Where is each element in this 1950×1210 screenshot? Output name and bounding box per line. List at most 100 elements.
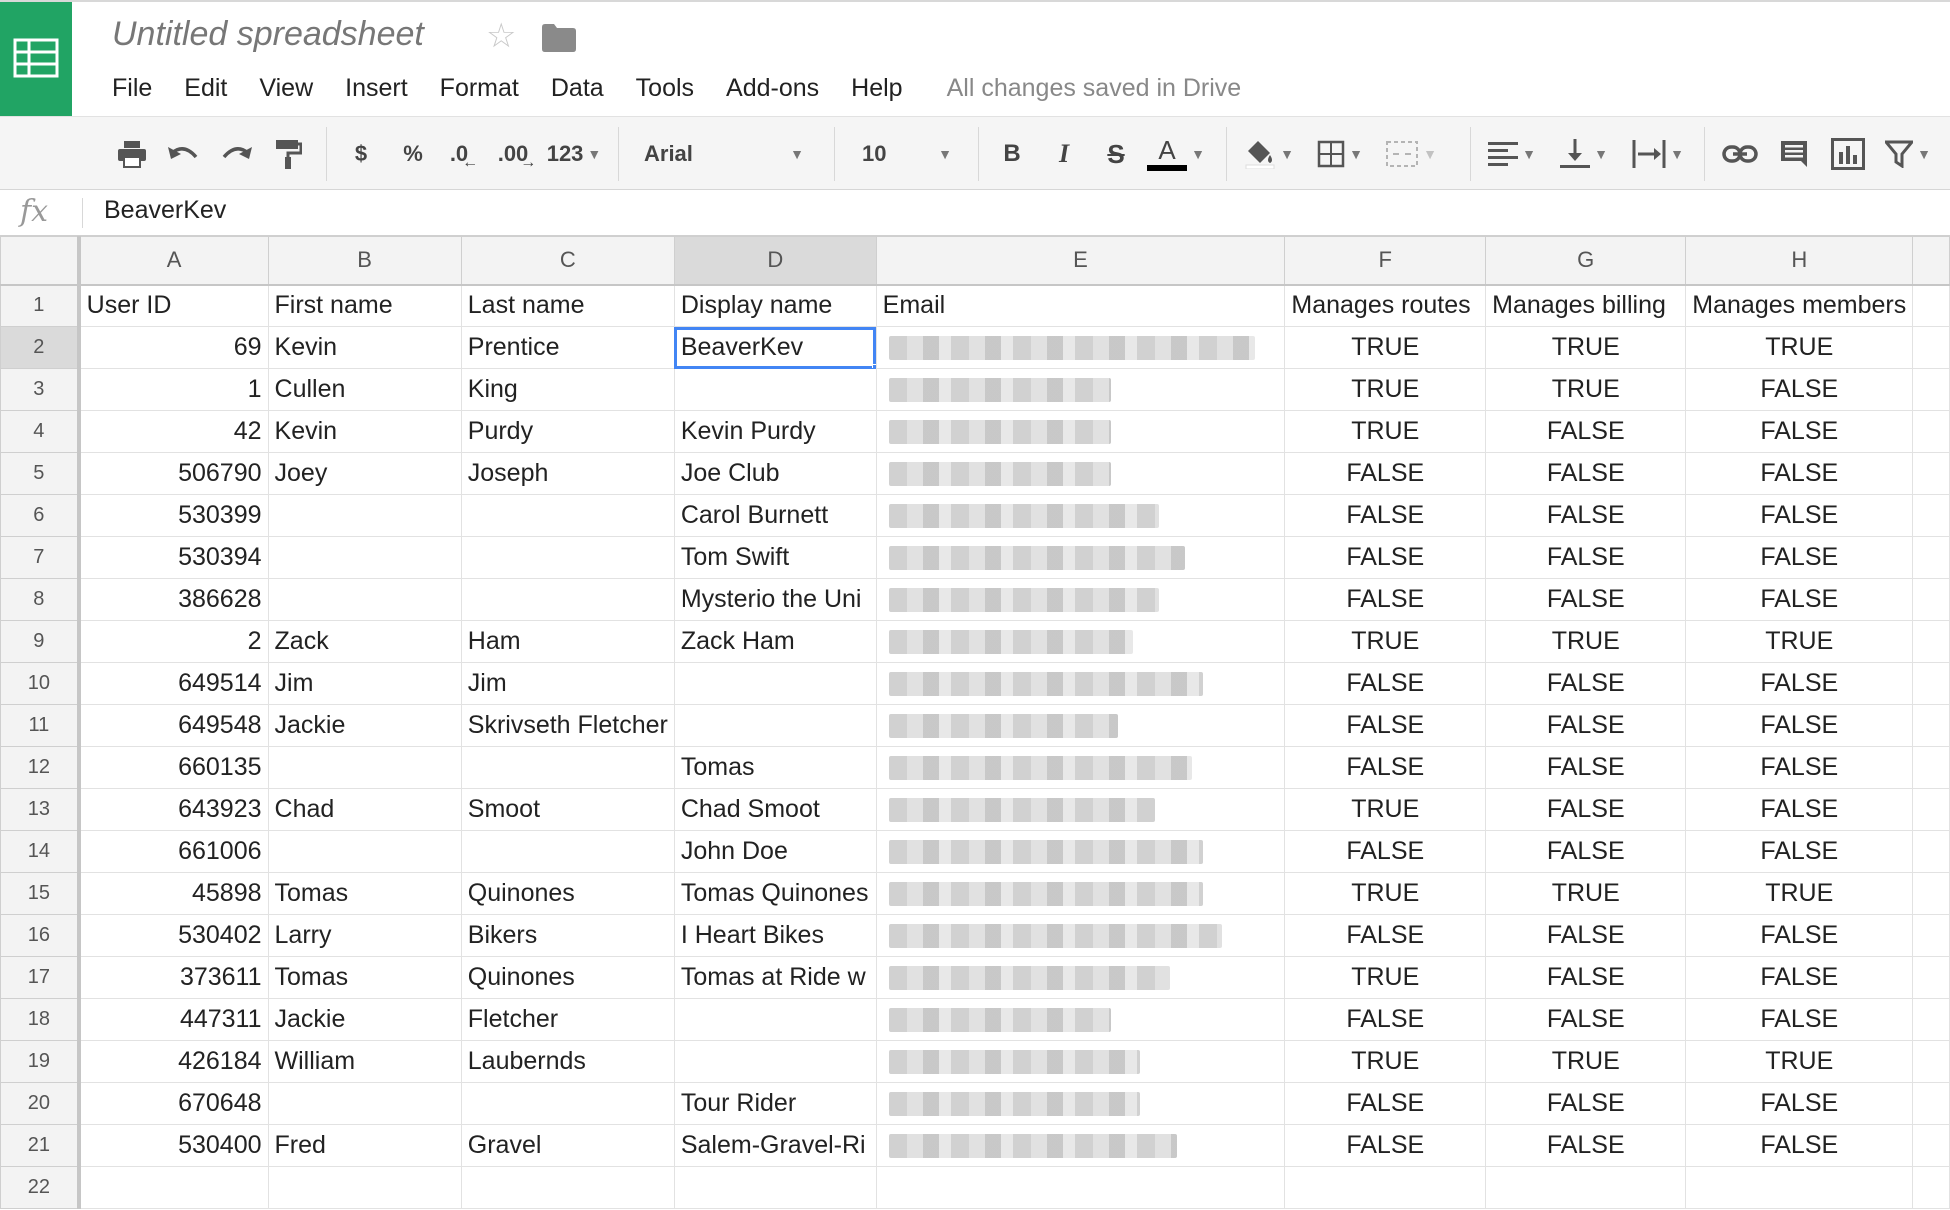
cell-user-id[interactable]: 426184 bbox=[78, 1040, 269, 1083]
cell-display-name[interactable]: I Heart Bikes bbox=[673, 914, 877, 957]
cell-display-name[interactable]: Tomas at Ride w bbox=[673, 956, 877, 999]
cell-manages-routes[interactable]: FALSE bbox=[1284, 1082, 1487, 1125]
cell-manages-routes[interactable]: FALSE bbox=[1284, 536, 1487, 579]
cell-last-name[interactable]: Quinones bbox=[460, 872, 675, 915]
cell-user-id[interactable]: 661006 bbox=[78, 830, 269, 873]
italic-button[interactable]: I bbox=[1046, 117, 1082, 191]
cell-manages-members[interactable]: FALSE bbox=[1685, 1124, 1914, 1167]
row-header[interactable]: 16 bbox=[0, 914, 81, 957]
menu-insert[interactable]: Insert bbox=[345, 74, 408, 103]
cell-display-name[interactable] bbox=[673, 1166, 877, 1209]
cell-user-id[interactable]: 660135 bbox=[78, 746, 269, 789]
cell-header-email[interactable]: Email bbox=[875, 284, 1286, 327]
menu-file[interactable]: File bbox=[112, 74, 152, 103]
cell-display-name[interactable]: Mysterio the Uni bbox=[673, 578, 877, 621]
cell-display-name[interactable] bbox=[673, 704, 877, 747]
cell-manages-routes[interactable]: FALSE bbox=[1284, 830, 1487, 873]
cell-email[interactable] bbox=[875, 536, 1286, 579]
column-header-g[interactable]: G bbox=[1485, 236, 1687, 286]
menu-help[interactable]: Help bbox=[851, 74, 902, 103]
cell-manages-members[interactable]: FALSE bbox=[1685, 956, 1914, 999]
cell-manages-billing[interactable]: FALSE bbox=[1485, 578, 1687, 621]
merge-cells-button[interactable]: ▼ bbox=[1382, 117, 1440, 191]
cell-last-name[interactable]: Skrivseth Fletcher bbox=[460, 704, 675, 747]
cell-manages-members[interactable]: FALSE bbox=[1685, 704, 1914, 747]
cell-header-first-name[interactable]: First name bbox=[267, 284, 462, 327]
row-header[interactable]: 10 bbox=[0, 662, 81, 705]
menu-tools[interactable]: Tools bbox=[636, 74, 694, 103]
filter-button[interactable]: ▼ bbox=[1880, 117, 1936, 191]
cell-first-name[interactable]: Cullen bbox=[267, 368, 462, 411]
cell-first-name[interactable]: Tomas bbox=[267, 872, 462, 915]
cell-last-name[interactable]: Prentice bbox=[460, 326, 675, 369]
paint-format-icon[interactable] bbox=[268, 117, 308, 191]
sheets-logo-icon[interactable] bbox=[0, 2, 72, 118]
cell-manages-members[interactable]: FALSE bbox=[1685, 914, 1914, 957]
document-title[interactable]: Untitled spreadsheet bbox=[112, 15, 424, 54]
cell-display-name[interactable]: John Doe bbox=[673, 830, 877, 873]
cell-email[interactable] bbox=[875, 452, 1286, 495]
decrease-decimal-button[interactable]: .0 ← bbox=[444, 117, 484, 191]
cell-manages-billing[interactable]: FALSE bbox=[1485, 1082, 1687, 1125]
cell-last-name[interactable] bbox=[460, 746, 675, 789]
cell-manages-members[interactable]: FALSE bbox=[1685, 494, 1914, 537]
cell-empty[interactable] bbox=[1912, 998, 1950, 1041]
text-wrap-button[interactable]: ▼ bbox=[1626, 117, 1690, 191]
insert-chart-button[interactable] bbox=[1826, 117, 1870, 191]
borders-button[interactable]: ▼ bbox=[1312, 117, 1368, 191]
cell-header-user-id[interactable]: User ID bbox=[78, 284, 269, 327]
row-header[interactable]: 11 bbox=[0, 704, 81, 747]
cell-manages-members[interactable]: FALSE bbox=[1685, 410, 1914, 453]
cell-manages-billing[interactable]: TRUE bbox=[1485, 620, 1687, 663]
cell-first-name[interactable] bbox=[267, 536, 462, 579]
cell-user-id[interactable]: 386628 bbox=[78, 578, 269, 621]
cell-first-name[interactable]: Jim bbox=[267, 662, 462, 705]
cell-manages-billing[interactable]: FALSE bbox=[1485, 452, 1687, 495]
insert-comment-button[interactable] bbox=[1772, 117, 1816, 191]
row-header[interactable]: 22 bbox=[0, 1166, 81, 1209]
cell-empty[interactable] bbox=[1912, 578, 1950, 621]
cell-user-id[interactable]: 2 bbox=[78, 620, 269, 663]
cell-last-name[interactable]: Joseph bbox=[460, 452, 675, 495]
cell-user-id[interactable]: 42 bbox=[78, 410, 269, 453]
cell-manages-members[interactable]: TRUE bbox=[1685, 872, 1914, 915]
row-header[interactable]: 1 bbox=[0, 284, 81, 327]
cell-first-name[interactable]: Jackie bbox=[267, 998, 462, 1041]
cell-header-manages-members[interactable]: Manages members bbox=[1685, 284, 1914, 327]
cell-email[interactable] bbox=[875, 830, 1286, 873]
cell-header-display-name[interactable]: Display name bbox=[673, 284, 877, 327]
cell-first-name[interactable]: Kevin bbox=[267, 326, 462, 369]
cell-first-name[interactable] bbox=[267, 1082, 462, 1125]
cell-manages-members[interactable]: FALSE bbox=[1685, 452, 1914, 495]
cell-display-name[interactable] bbox=[673, 1040, 877, 1083]
cell-manages-routes[interactable]: TRUE bbox=[1284, 1040, 1487, 1083]
cell-email[interactable] bbox=[875, 788, 1286, 831]
cell-first-name[interactable]: Tomas bbox=[267, 956, 462, 999]
cell-user-id[interactable]: 530399 bbox=[78, 494, 269, 537]
cell-email[interactable] bbox=[875, 410, 1286, 453]
cell-user-id[interactable]: 530402 bbox=[78, 914, 269, 957]
row-header[interactable]: 17 bbox=[0, 956, 81, 999]
cell-manages-billing[interactable]: FALSE bbox=[1485, 998, 1687, 1041]
row-header[interactable]: 21 bbox=[0, 1124, 81, 1167]
cell-manages-routes[interactable]: FALSE bbox=[1284, 914, 1487, 957]
cell-last-name[interactable]: Ham bbox=[460, 620, 675, 663]
cell-empty[interactable] bbox=[1912, 1040, 1950, 1083]
menu-data[interactable]: Data bbox=[551, 74, 604, 103]
cell-display-name[interactable]: Tom Swift bbox=[673, 536, 877, 579]
cell-manages-routes[interactable]: TRUE bbox=[1284, 326, 1487, 369]
cell-last-name[interactable]: Gravel bbox=[460, 1124, 675, 1167]
cell-display-name[interactable]: Tour Rider bbox=[673, 1082, 877, 1125]
cell-last-name[interactable]: Laubernds bbox=[460, 1040, 675, 1083]
horizontal-align-button[interactable]: ▼ bbox=[1482, 117, 1542, 191]
cell-manages-routes[interactable]: FALSE bbox=[1284, 662, 1487, 705]
cell-empty[interactable] bbox=[1912, 1166, 1950, 1209]
insert-link-button[interactable] bbox=[1718, 117, 1762, 191]
row-header[interactable]: 19 bbox=[0, 1040, 81, 1083]
cell-manages-routes[interactable]: TRUE bbox=[1284, 872, 1487, 915]
cell-display-name[interactable] bbox=[673, 998, 877, 1041]
row-header[interactable]: 20 bbox=[0, 1082, 81, 1125]
row-header[interactable]: 4 bbox=[0, 410, 81, 453]
cell-manages-billing[interactable]: FALSE bbox=[1485, 914, 1687, 957]
cell-email[interactable] bbox=[875, 1082, 1286, 1125]
